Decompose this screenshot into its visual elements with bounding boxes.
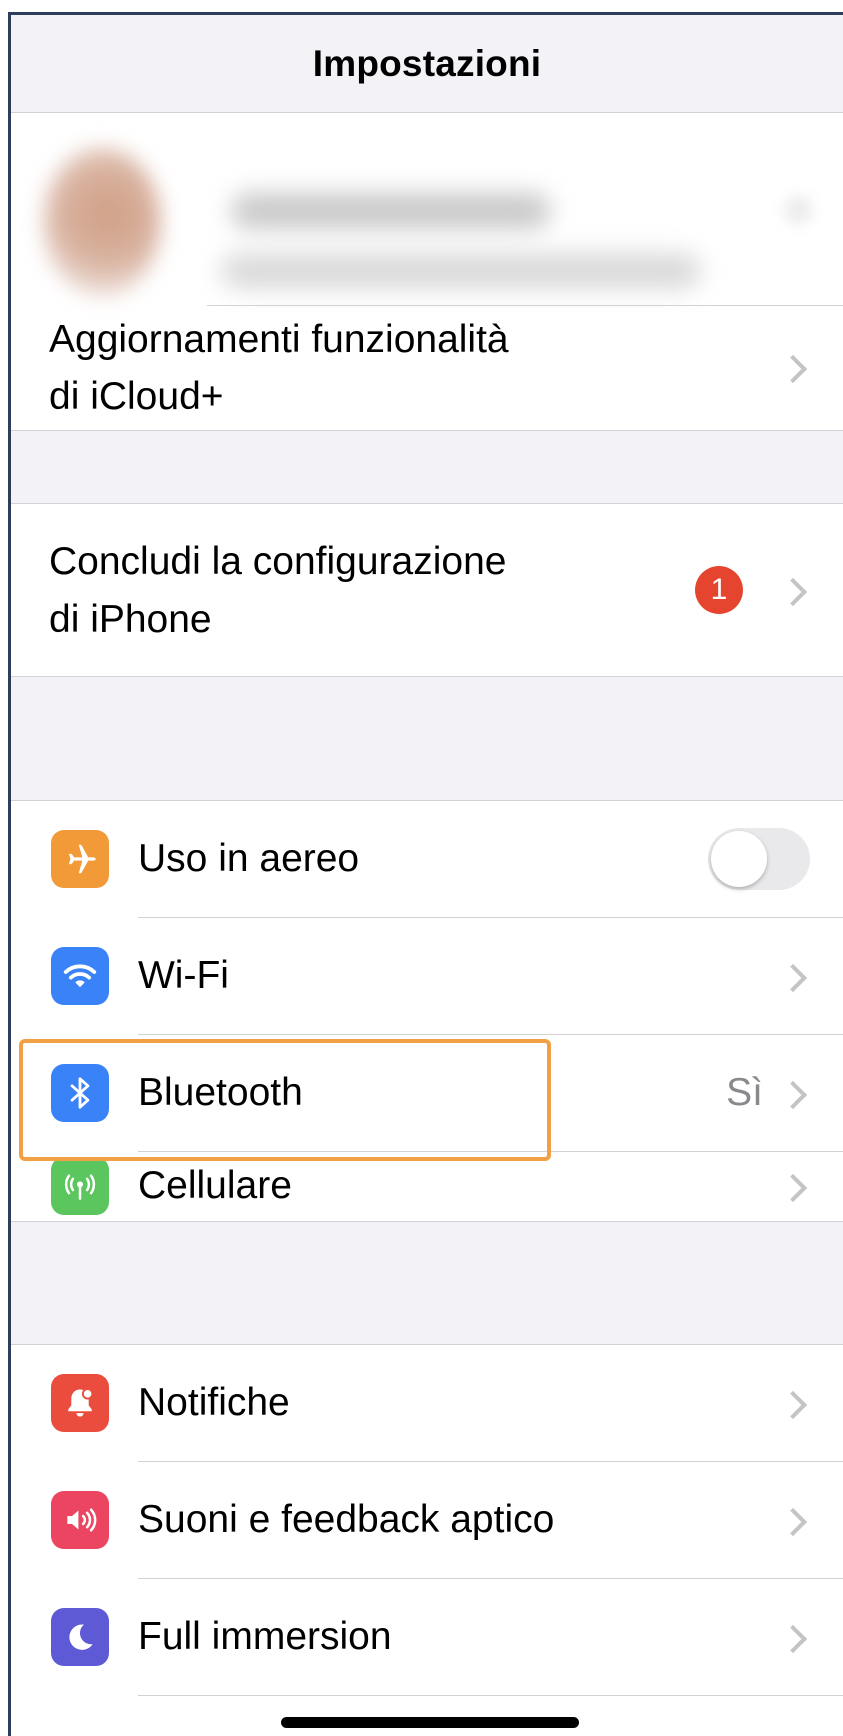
chevron-right-icon <box>778 1624 808 1654</box>
chevron-right-icon <box>778 963 808 993</box>
cellular-highlight-box <box>19 1039 551 1161</box>
airplane-mode-label: Uso in aereo <box>138 837 360 880</box>
moon-icon <box>51 1608 109 1666</box>
avatar <box>43 147 161 297</box>
notification-badge: 1 <box>695 566 743 614</box>
apple-id-row[interactable] <box>11 113 843 305</box>
finish-setup-row[interactable]: Concludi la configurazione di iPhone 1 <box>11 504 843 676</box>
chevron-right-icon <box>778 1080 808 1110</box>
notification-bell-icon <box>51 1374 109 1432</box>
page-title: Impostazioni <box>312 42 542 84</box>
notifications-row[interactable]: Notifiche <box>11 1345 843 1461</box>
wifi-row[interactable]: Wi-Fi <box>11 918 843 1034</box>
next-row-partial[interactable] <box>11 1696 843 1736</box>
home-indicator <box>281 1717 579 1728</box>
icloud-updates-line2: di iCloud+ <box>49 375 224 418</box>
navigation-bar: Impostazioni <box>11 15 843 113</box>
general-group: Notifiche Suoni e feedback aptico Full i… <box>11 1344 843 1736</box>
setup-group: Concludi la configurazione di iPhone 1 <box>11 503 843 677</box>
finish-setup-line1: Concludi la configurazione <box>49 540 507 583</box>
settings-screen: Impostazioni Aggiornamenti funzionalità … <box>8 12 843 1736</box>
chevron-right-icon <box>778 354 808 384</box>
cellular-row[interactable]: Cellulare <box>11 1152 843 1222</box>
sounds-row[interactable]: Suoni e feedback aptico <box>11 1462 843 1578</box>
chevron-right-icon <box>783 195 813 225</box>
cellular-icon <box>51 1157 109 1215</box>
toggle-knob <box>711 831 767 887</box>
airplane-icon <box>51 830 109 888</box>
icloud-updates-line1: Aggiornamenti funzionalità <box>49 318 509 361</box>
cellular-label: Cellulare <box>138 1164 292 1207</box>
chevron-right-icon <box>778 1390 808 1420</box>
chevron-right-icon <box>778 1173 808 1203</box>
speaker-icon <box>51 1491 109 1549</box>
blurred-subtitle <box>221 253 701 289</box>
chevron-right-icon <box>778 1507 808 1537</box>
focus-label: Full immersion <box>138 1615 392 1658</box>
bluetooth-status-value: Sì <box>726 1071 763 1114</box>
airplane-mode-toggle[interactable] <box>708 828 810 890</box>
focus-row[interactable]: Full immersion <box>11 1579 843 1695</box>
sounds-label: Suoni e feedback aptico <box>138 1498 555 1541</box>
notifications-label: Notifiche <box>138 1381 290 1424</box>
wifi-label: Wi-Fi <box>138 954 229 997</box>
blurred-name <box>231 193 551 229</box>
icloud-updates-row[interactable]: Aggiornamenti funzionalità di iCloud+ <box>11 306 843 430</box>
chevron-right-icon <box>778 577 808 607</box>
profile-group: Aggiornamenti funzionalità di iCloud+ <box>11 113 843 431</box>
airplane-mode-row: Uso in aereo <box>11 801 843 917</box>
finish-setup-line2: di iPhone <box>49 598 212 641</box>
wifi-icon <box>51 947 109 1005</box>
